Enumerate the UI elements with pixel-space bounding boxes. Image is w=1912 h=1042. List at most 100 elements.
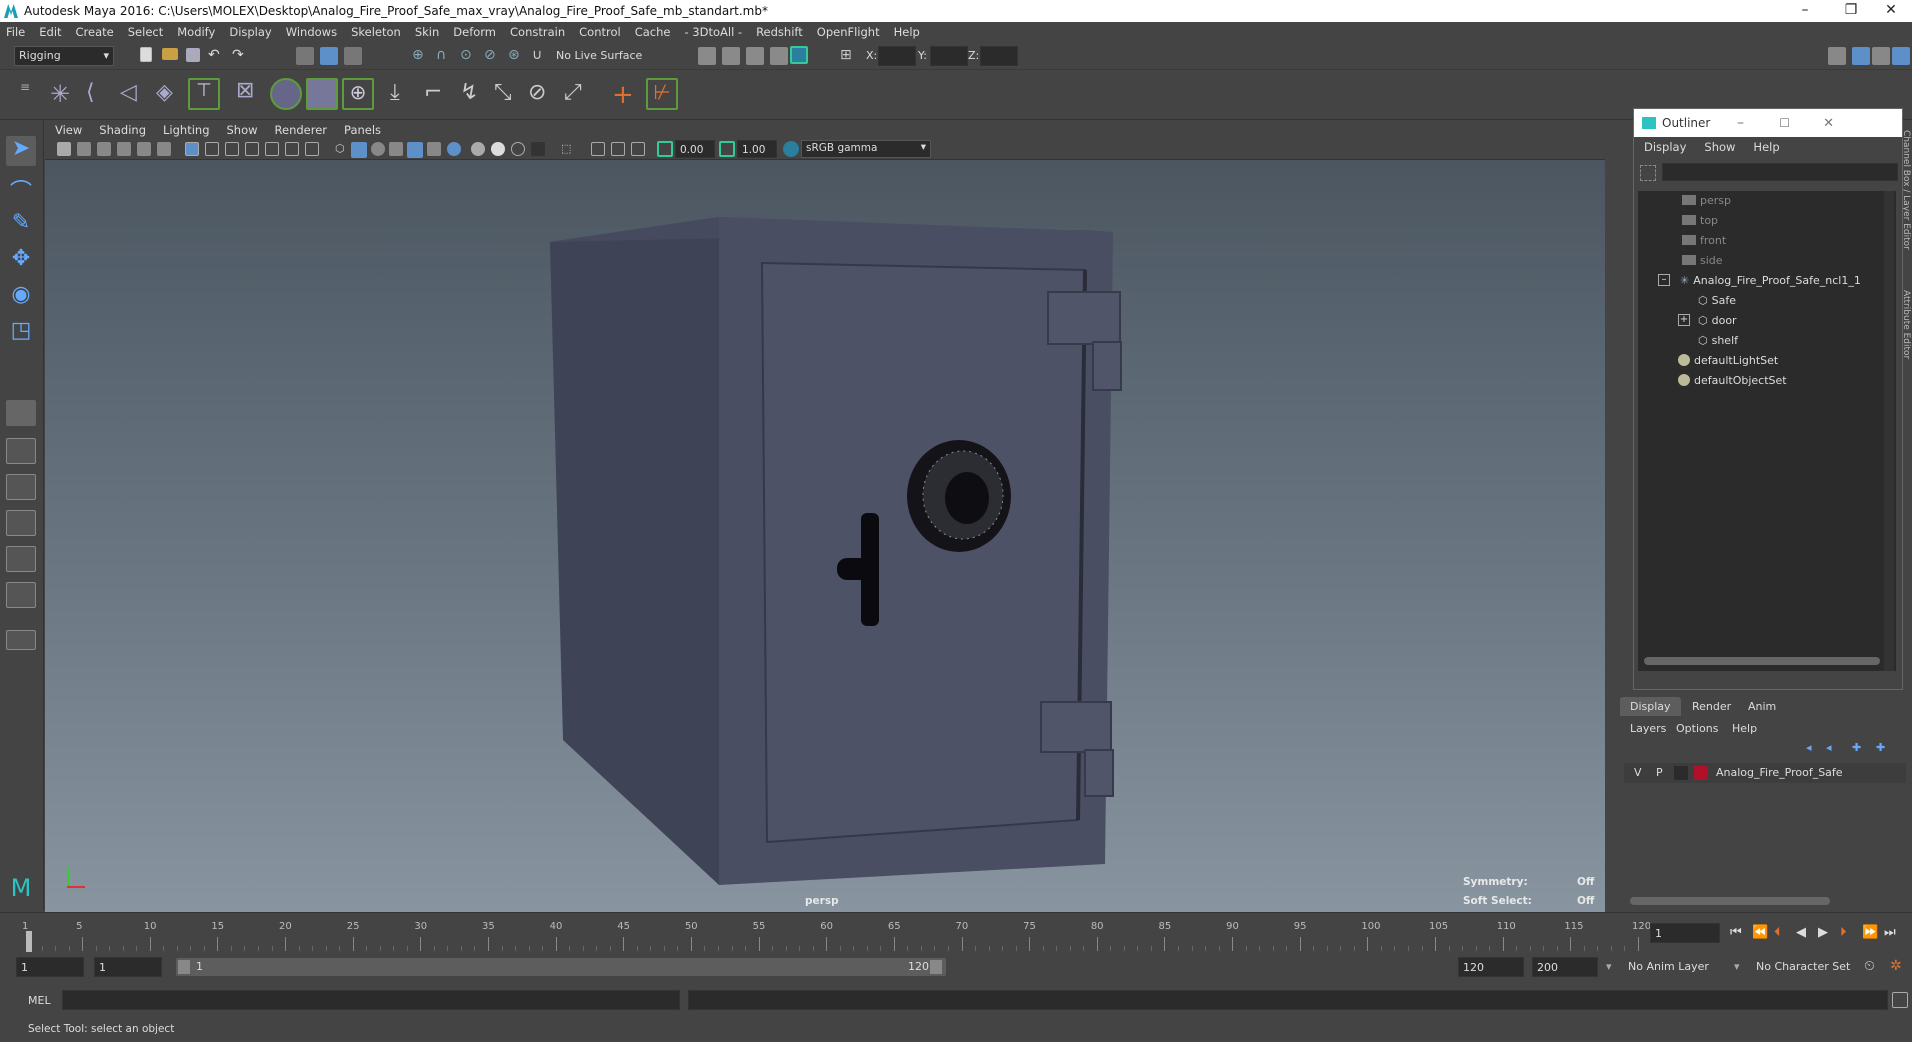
ambient-occlusion-icon[interactable]: [447, 142, 461, 156]
new-scene-icon[interactable]: [140, 47, 152, 62]
step-back-frame-icon[interactable]: ⏪: [1752, 925, 1770, 943]
open-scene-icon[interactable]: [162, 48, 178, 60]
orient-constraint-icon[interactable]: ⤡: [494, 80, 522, 108]
magnet-icon[interactable]: ∪: [532, 47, 550, 65]
menu-file[interactable]: File: [6, 25, 25, 39]
layer-tab-display[interactable]: Display: [1620, 697, 1681, 716]
menu-cache[interactable]: Cache: [635, 25, 671, 39]
scale-tool-icon[interactable]: ◳: [6, 318, 36, 348]
redo-icon[interactable]: ↷: [232, 47, 250, 65]
select-tool-icon[interactable]: ➤: [6, 136, 36, 166]
anim-layer-dropdown[interactable]: No Anim Layer: [1620, 957, 1742, 977]
xray-icon[interactable]: ⬚: [561, 142, 575, 156]
persp-graph-icon[interactable]: [6, 510, 36, 536]
viewport-persp[interactable]: persp Symmetry: Off Soft Select: Off: [45, 160, 1605, 912]
persp-outliner-icon[interactable]: [6, 474, 36, 500]
range-slider[interactable]: 1 120: [176, 958, 946, 976]
joint-tool-icon[interactable]: ✳: [50, 80, 78, 108]
backface-culling-icon[interactable]: [631, 142, 645, 156]
tool-settings-toggle-icon[interactable]: [1872, 47, 1890, 65]
menu-display[interactable]: Display: [229, 25, 271, 39]
undo-icon[interactable]: ↶: [208, 47, 226, 65]
outliner-menu-help[interactable]: Help: [1753, 140, 1779, 154]
anti-aliasing-icon[interactable]: [491, 142, 505, 156]
step-forward-frame-icon[interactable]: ⏩: [1862, 925, 1880, 943]
smooth-bind-icon[interactable]: [306, 78, 338, 110]
view-transform-dropdown[interactable]: sRGB gamma ▾: [801, 140, 931, 158]
bind-skin-icon[interactable]: ⊠: [236, 78, 266, 108]
grid-icon[interactable]: [185, 142, 199, 156]
outliner-menu-show[interactable]: Show: [1704, 140, 1735, 154]
layer-color-swatch[interactable]: [1694, 766, 1708, 780]
point-constraint-icon[interactable]: ↯: [460, 80, 488, 108]
expand-icon[interactable]: +: [1678, 314, 1690, 326]
exposure-icon[interactable]: [657, 141, 673, 157]
playback-start-field[interactable]: 1: [94, 957, 162, 977]
film-gate-icon[interactable]: [205, 142, 219, 156]
scale-constraint-icon[interactable]: ⊘: [528, 80, 556, 108]
y-coordinate-field[interactable]: [930, 46, 968, 66]
select-hierarchy-icon[interactable]: [296, 47, 314, 65]
step-back-key-icon[interactable]: ⏴: [1774, 925, 1792, 943]
move-tool-icon[interactable]: ✥: [6, 246, 36, 276]
outliner-filter-icon[interactable]: [1640, 165, 1656, 181]
play-forwards-icon[interactable]: ▶: [1818, 925, 1836, 943]
menu-skin[interactable]: Skin: [415, 25, 439, 39]
gate-mask-icon[interactable]: [245, 142, 259, 156]
menu-edit[interactable]: Edit: [39, 25, 61, 39]
modeling-toolkit-icon[interactable]: [1828, 47, 1846, 65]
z-coordinate-field[interactable]: [980, 46, 1018, 66]
custom-layout-icon[interactable]: [6, 582, 36, 608]
hypershade-icon[interactable]: [790, 46, 808, 64]
layer-row[interactable]: V P Analog_Fire_Proof_Safe: [1624, 763, 1906, 783]
vp-menu-view[interactable]: View: [55, 123, 82, 137]
vp-menu-shading[interactable]: Shading: [99, 123, 146, 137]
end-time-field[interactable]: 200: [1532, 957, 1598, 977]
rotate-tool-icon[interactable]: ◉: [6, 282, 36, 312]
menu-redshift[interactable]: Redshift: [756, 25, 803, 39]
move-layer-down-icon[interactable]: ◂: [1826, 741, 1840, 755]
snap-surface-icon[interactable]: ⊛: [508, 47, 526, 65]
menu-3dtoall[interactable]: - 3DtoAll -: [684, 25, 742, 39]
wireframe-on-shaded-icon[interactable]: [371, 142, 385, 156]
parent-constraint-icon[interactable]: ⌐: [424, 80, 452, 108]
select-object-icon[interactable]: [320, 47, 338, 65]
step-forward-key-icon[interactable]: ⏵: [1840, 925, 1858, 943]
interactive-bind-icon[interactable]: [270, 78, 302, 110]
paint-select-icon[interactable]: ✎: [6, 210, 36, 240]
textured-icon[interactable]: [389, 142, 403, 156]
ik-spline-icon[interactable]: ◁: [120, 80, 148, 108]
cluster-icon[interactable]: ⊬: [646, 78, 678, 110]
aim-constraint-icon[interactable]: ⤢: [564, 80, 592, 108]
outliner-close-icon[interactable]: ✕: [1823, 116, 1834, 131]
snap-grid-icon[interactable]: ⊕: [412, 47, 430, 65]
new-layer-icon[interactable]: ✚: [1852, 741, 1866, 755]
command-input[interactable]: [62, 990, 680, 1010]
current-frame-field[interactable]: 1: [1650, 923, 1720, 943]
layout-expand-icon[interactable]: [6, 630, 36, 650]
playback-end-field[interactable]: 120: [1458, 957, 1524, 977]
live-surface-label[interactable]: No Live Surface: [556, 49, 642, 62]
menu-openflight[interactable]: OpenFlight: [817, 25, 880, 39]
mirror-joint-icon[interactable]: ◈: [156, 80, 184, 108]
time-slider[interactable]: 1 5 10 15 20 25 30 35 40 45 50 55 60 65 70 75 80 85 90 95 10…: [0, 912, 1912, 953]
outliner-item-top[interactable]: top: [1682, 211, 1718, 229]
outliner-titlebar[interactable]: Outliner – ☐ ✕: [1634, 109, 1902, 137]
outliner-item-defaultobjectset[interactable]: defaultObjectSet: [1678, 371, 1787, 389]
smooth-shade-icon[interactable]: [351, 142, 367, 158]
orient-joint-icon[interactable]: ⊤: [188, 78, 220, 110]
auto-key-icon[interactable]: ⏲: [1864, 958, 1882, 976]
gamma-icon[interactable]: [719, 141, 735, 157]
safe-model[interactable]: [45, 160, 1605, 912]
camera-icon[interactable]: [57, 142, 71, 156]
four-view-icon[interactable]: [6, 438, 36, 464]
outliner-maximize-icon[interactable]: ☐: [1779, 116, 1790, 130]
rigid-bind-icon[interactable]: ⊕: [342, 78, 374, 110]
character-set-dropdown[interactable]: No Character Set: [1748, 957, 1870, 977]
collapse-icon[interactable]: –: [1658, 274, 1670, 286]
x-coordinate-field[interactable]: [878, 46, 916, 66]
go-to-end-icon[interactable]: ⏭: [1884, 925, 1902, 943]
shelf-menu-icon[interactable]: ≡: [20, 80, 38, 98]
exposure-field[interactable]: 0.00: [675, 140, 715, 158]
mode-dropdown[interactable]: Rigging ▾: [14, 46, 114, 66]
